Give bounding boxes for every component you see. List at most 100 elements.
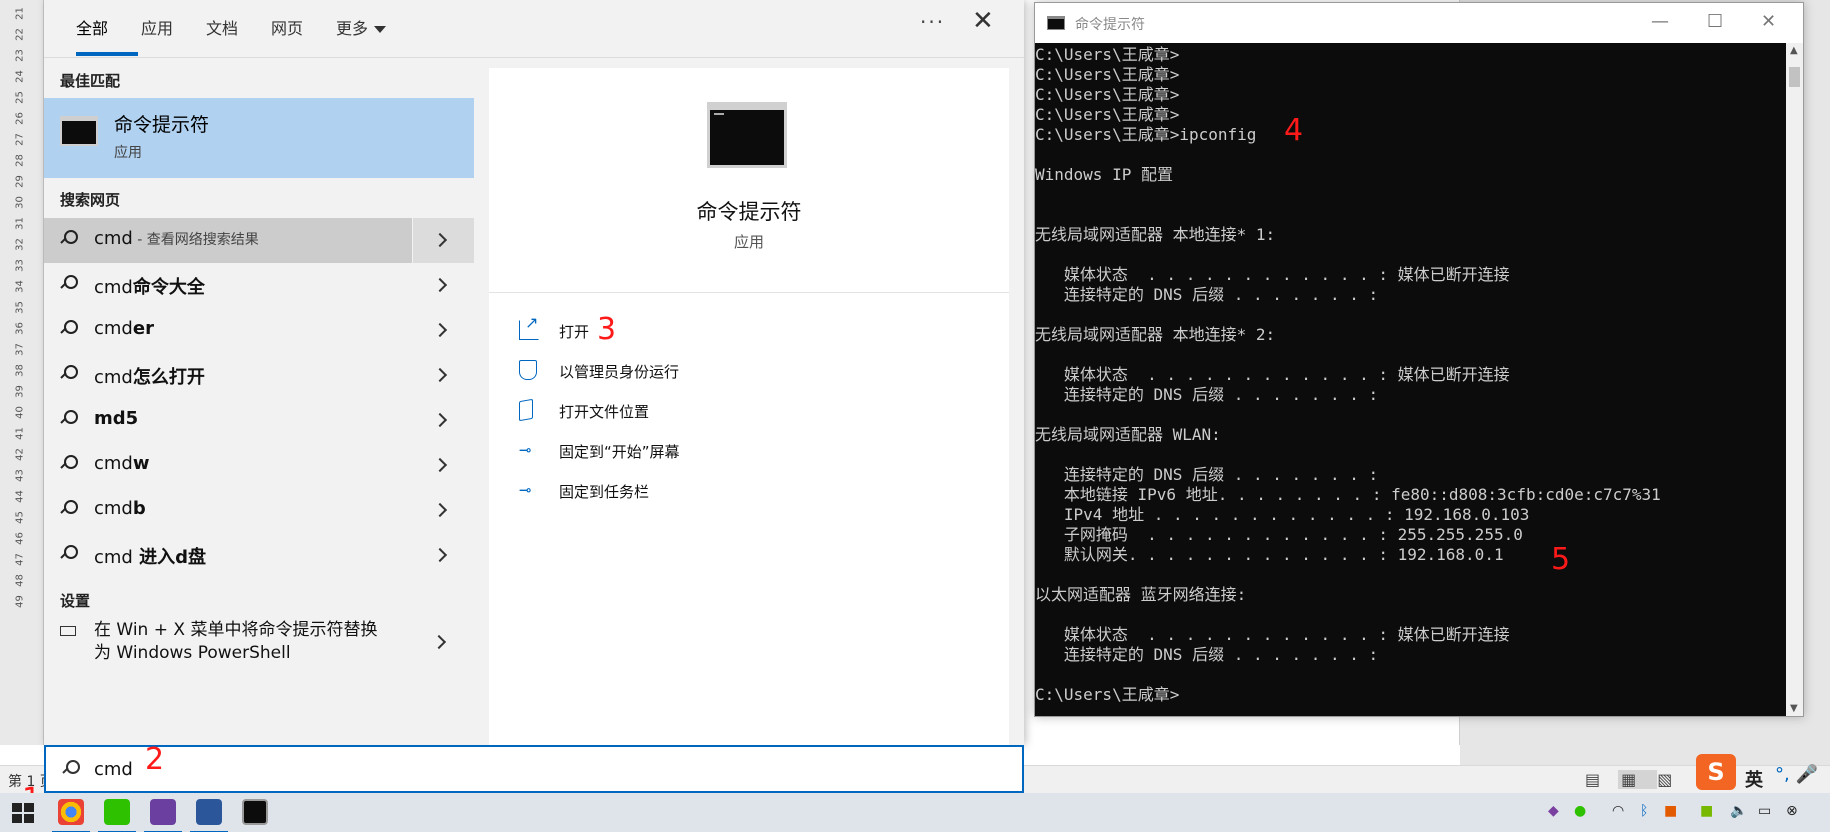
chevron-right-icon <box>432 502 448 518</box>
ruler-tick: 32 <box>14 238 26 251</box>
chevron-right-icon <box>432 322 448 338</box>
ime-language-label[interactable]: 英 <box>1745 766 1763 792</box>
volume-icon[interactable]: 🔈 <box>1730 803 1747 819</box>
app-detail-header: 命令提示符 应用 <box>489 68 1009 293</box>
terminal-icon[interactable] <box>242 799 268 825</box>
vertical-ruler: 21 22 23 24 25 26 27 28 29 30 31 32 33 34 35 36 37 38 39 40… <box>0 0 44 745</box>
console-line: 子网掩码 . . . . . . . . . . . . : 255.255.2… <box>1035 525 1523 544</box>
tray-close-icon[interactable]: ⊗ <box>1786 803 1798 819</box>
tab-apps[interactable]: 应用 <box>141 15 173 39</box>
step-annotation: 4 <box>1284 113 1304 148</box>
chevron-right-icon[interactable] <box>431 634 447 650</box>
web-result-expand[interactable] <box>412 263 474 308</box>
tab-web[interactable]: 网页 <box>271 15 303 39</box>
tab-more[interactable]: 更多 <box>336 15 387 39</box>
battery-icon[interactable]: ▭ <box>1758 803 1771 819</box>
web-result-row[interactable]: cmd怎么打开 <box>44 353 474 398</box>
ruler-tick: 46 <box>14 532 26 545</box>
web-result-row[interactable]: cmder <box>44 308 474 353</box>
command-prompt-icon <box>60 116 98 146</box>
ruler-tick: 29 <box>14 175 26 188</box>
console-line: IPv4 地址 . . . . . . . . . . . . : 192.16… <box>1035 505 1530 524</box>
wechat-tray-icon[interactable]: ● <box>1574 803 1586 819</box>
web-result-query: cmd <box>94 228 133 249</box>
web-result-row[interactable]: cmd - 查看网络搜索结果 <box>44 218 474 263</box>
step-annotation: 5 <box>1551 542 1571 577</box>
app-detail-type: 应用 <box>733 233 764 251</box>
windows-start-icon[interactable] <box>12 803 34 823</box>
folder-icon <box>519 398 533 422</box>
close-icon[interactable]: ✕ <box>972 8 994 34</box>
console-line: 媒体状态 . . . . . . . . . . . . : 媒体已断开连接 <box>1035 625 1510 644</box>
ruler-tick: 21 <box>14 7 26 20</box>
maximize-button[interactable]: ☐ <box>1707 11 1723 32</box>
more-options-button[interactable]: ··· <box>920 10 945 34</box>
chevron-right-icon <box>432 367 448 383</box>
web-result-expand[interactable] <box>412 443 474 488</box>
web-result-completion: md5 <box>94 408 139 429</box>
web-result-expand[interactable] <box>412 533 474 578</box>
word-icon[interactable] <box>190 799 228 832</box>
app-detail-pane: 命令提示符 应用 打开 以管理员身份运行 打开文件位置 ⊸ 固定到“开始”屏幕 … <box>489 68 1009 745</box>
ime-toolbar-icons[interactable]: °, 🎤 <box>1775 764 1818 785</box>
search-icon <box>60 320 78 336</box>
tab-documents[interactable]: 文档 <box>206 15 238 39</box>
web-result-expand[interactable] <box>412 488 474 533</box>
ruler-tick: 35 <box>14 301 26 314</box>
search-input[interactable]: cmd <box>44 745 1024 793</box>
search-icon <box>60 410 78 426</box>
ruler-tick: 23 <box>14 49 26 62</box>
wechat-icon[interactable] <box>98 799 136 832</box>
best-match-item[interactable]: 命令提示符 应用 <box>44 98 474 178</box>
tray-app-icon[interactable]: ■ <box>1664 803 1677 819</box>
console-output[interactable]: C:\Users\王咸章> C:\Users\王咸章> C:\Users\王咸章> C… <box>1035 43 1786 716</box>
media-icon[interactable] <box>144 799 182 832</box>
ruler-tick: 47 <box>14 553 26 566</box>
web-result-row[interactable]: md5 <box>44 398 474 443</box>
web-result-expand[interactable] <box>412 398 474 443</box>
ruler-tick: 22 <box>14 28 26 41</box>
console-line: 无线局域网适配器 本地连接* 2: <box>1035 325 1276 344</box>
ruler-tick: 41 <box>14 427 26 440</box>
scroll-up-icon[interactable]: ▲ <box>1790 45 1798 56</box>
close-button[interactable]: ✕ <box>1761 11 1776 32</box>
console-line: 媒体状态 . . . . . . . . . . . . : 媒体已断开连接 <box>1035 365 1510 384</box>
tray-app-icon[interactable]: ◆ <box>1548 803 1559 819</box>
wifi-icon[interactable]: ◠ <box>1612 803 1624 819</box>
action-open-location-label: 打开文件位置 <box>559 403 650 421</box>
command-prompt-window: 命令提示符 — ☐ ✕ C:\Users\王咸章> C:\Users\王咸章> C:… <box>1034 2 1804 717</box>
web-result-expand[interactable] <box>412 308 474 353</box>
ruler-tick: 48 <box>14 574 26 587</box>
view-mode-icons[interactable]: ▤ ▦ ▧ <box>1585 770 1690 789</box>
search-icon <box>60 275 78 291</box>
chevron-right-icon <box>432 232 448 248</box>
search-tabs: 全部 应用 文档 网页 更多 ··· ✕ <box>44 0 1024 58</box>
ruler-tick: 28 <box>14 154 26 167</box>
ruler-tick: 36 <box>14 322 26 335</box>
web-result-expand[interactable] <box>412 353 474 398</box>
console-scrollbar[interactable]: ▲ ▼ <box>1786 43 1803 716</box>
web-result-row[interactable]: cmd 进入d盘 <box>44 533 474 578</box>
chrome-icon[interactable] <box>52 799 90 832</box>
setting-item[interactable]: 在 Win + X 菜单中将命令提示符替换为 Windows PowerShel… <box>44 611 474 673</box>
console-line: C:\Users\王咸章>ipconfig <box>1035 125 1257 144</box>
web-result-row[interactable]: cmdb <box>44 488 474 533</box>
nvidia-icon[interactable]: ■ <box>1700 803 1713 819</box>
web-result-expand[interactable] <box>412 218 474 263</box>
bluetooth-icon[interactable]: ᛒ <box>1640 803 1648 819</box>
search-icon <box>60 455 78 471</box>
minimize-button[interactable]: — <box>1651 11 1669 32</box>
console-line: C:\Users\王咸章> <box>1035 65 1180 84</box>
search-input-value[interactable]: cmd <box>94 759 133 780</box>
sogou-ime-icon[interactable]: S <box>1696 754 1736 790</box>
web-result-row[interactable]: cmdw <box>44 443 474 488</box>
search-icon <box>60 500 78 516</box>
window-titlebar[interactable]: 命令提示符 — ☐ ✕ <box>1035 3 1803 43</box>
console-line: 连接特定的 DNS 后缀 . . . . . . . : <box>1035 645 1379 664</box>
tab-all[interactable]: 全部 <box>76 15 108 39</box>
scrollbar-thumb[interactable] <box>1789 67 1800 87</box>
console-line: C:\Users\王咸章> <box>1035 45 1180 64</box>
web-result-row[interactable]: cmd命令大全 <box>44 263 474 308</box>
chevron-right-icon <box>432 277 448 293</box>
scroll-down-icon[interactable]: ▼ <box>1790 703 1798 714</box>
